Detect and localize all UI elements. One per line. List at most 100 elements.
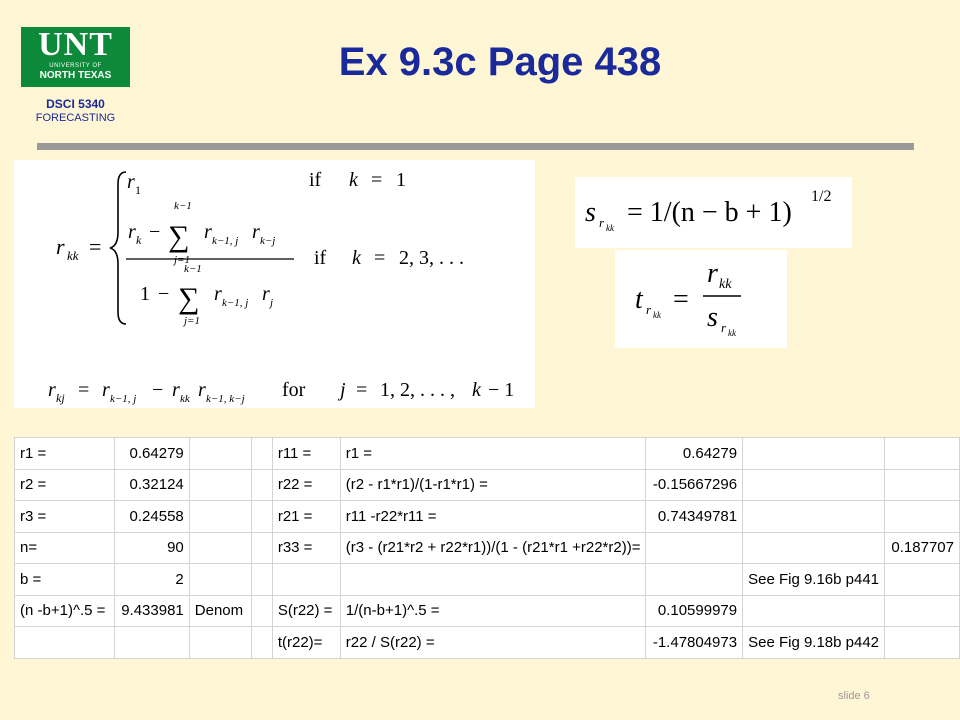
rkj-j: j: [337, 379, 346, 401]
trkk-formula: t r kk = r kk s r kk: [635, 258, 741, 338]
unt-logo: UNT UNIVERSITY OF NORTH TEXAS: [21, 27, 130, 87]
num-term2: r: [252, 221, 260, 243]
table-cell: [884, 468, 960, 501]
trkk-eq: =: [673, 284, 689, 315]
table-cell: b =: [14, 563, 115, 596]
sum1-top: k−1: [174, 200, 192, 212]
table-cell: [251, 468, 273, 501]
case1-r: r: [127, 171, 135, 193]
table-cell: [884, 500, 960, 533]
case2-k: k: [352, 247, 362, 269]
num-r: r: [128, 221, 136, 243]
rkj-for: for: [282, 379, 306, 401]
table-cell: 0.187707: [884, 531, 960, 564]
table-cell: [251, 437, 273, 470]
rkj-sub: kj: [56, 391, 65, 405]
table-cell: See Fig 9.18b p442: [742, 626, 886, 659]
case1-if: if: [309, 169, 322, 191]
rkj-t1-sub: k−1, j: [110, 393, 136, 405]
rkj-eq: =: [78, 379, 89, 401]
table-cell: 0.32124: [113, 468, 190, 501]
table-cell: [742, 437, 886, 470]
trkk-sub-r: r: [646, 302, 652, 317]
table-cell: -1.47804973: [645, 626, 744, 659]
table-row: r2 = 0.32124 r22 = (r2 - r1*r1)/(1-r1*r1) =…: [14, 468, 960, 501]
table-cell: (r3 - (r21*r2 + r22*r1))/(1 - (r21*r1 +r…: [339, 531, 647, 564]
table-cell: [884, 626, 960, 659]
srkk-sub-r: r: [599, 215, 605, 230]
table-cell: [188, 468, 253, 501]
table-cell: r1 =: [339, 437, 647, 470]
table-cell: n=: [14, 531, 115, 564]
trkk-den-s: s: [707, 302, 718, 333]
table-cell: [113, 626, 190, 659]
table-cell: [251, 594, 273, 627]
pacf-formula: r kk = r 1 if k = 1 r k − k−1 ∑ j=1 r k−…: [48, 169, 514, 405]
rkj-minus: −: [152, 379, 163, 401]
sum2-symbol: ∑: [178, 282, 199, 315]
srkk-exp: 1/2: [811, 188, 831, 205]
trkk-den-sub-r: r: [721, 320, 727, 335]
spreadsheet-body: r1 = 0.64279 r11 = r1 = 0.64279 r2 = 0.32124 r2…: [14, 437, 960, 659]
table-cell: 0.24558: [113, 500, 190, 533]
table-cell: [14, 626, 115, 659]
table-cell: [271, 563, 341, 596]
course-code: DSCI 5340: [46, 97, 105, 111]
table-row: (n -b+1)^.5 = 9.433981 Denom S(r22) = 1/(n-b…: [14, 594, 960, 627]
num-term1-sub: k−1, j: [212, 235, 238, 247]
num-term2-sub: k−j: [260, 235, 275, 247]
table-cell: -0.15667296: [645, 468, 744, 501]
case1-eq: =: [371, 169, 382, 191]
table-cell: r1 =: [14, 437, 115, 470]
trkk-sub-kk: kk: [653, 310, 662, 320]
rkj-k: k: [472, 379, 482, 401]
pacf-formula-box: r kk = r 1 if k = 1 r k − k−1 ∑ j=1 r k−…: [14, 160, 535, 408]
table-row: r1 = 0.64279 r11 = r1 = 0.64279: [14, 437, 960, 470]
table-cell: See Fig 9.16b p441: [742, 563, 886, 596]
table-cell: Denom: [188, 594, 253, 627]
sum1-symbol: ∑: [168, 220, 189, 253]
num-term1: r: [204, 221, 212, 243]
table-row: b = 2 See Fig 9.16b p441: [14, 563, 960, 596]
table-cell: 90: [113, 531, 190, 564]
case1-sub: 1: [135, 183, 141, 197]
trkk-num-r: r: [707, 258, 718, 289]
table-cell: [742, 468, 886, 501]
table-cell: [251, 563, 273, 596]
table-cell: r3 =: [14, 500, 115, 533]
table-cell: 0.74349781: [645, 500, 744, 533]
logo-line-1: UNIVERSITY OF: [49, 63, 102, 69]
table-row: n= 90 r33 = (r3 - (r21*r2 + r22*r1))/(1 - (…: [14, 531, 960, 564]
table-cell: [188, 531, 253, 564]
lhs-eq: =: [89, 234, 101, 259]
case2-vals: 2, 3, . . .: [399, 247, 464, 269]
table-cell: t(r22)=: [271, 626, 341, 659]
num-minus: −: [149, 221, 160, 243]
table-cell: 1/(n-b+1)^.5 =: [339, 594, 647, 627]
rkj-range: 1, 2, . . . ,: [380, 379, 455, 401]
title-divider: [37, 143, 914, 150]
table-cell: [339, 563, 647, 596]
case2-if: if: [314, 247, 327, 269]
table-cell: r33 =: [271, 531, 341, 564]
table-cell: (n -b+1)^.5 =: [14, 594, 115, 627]
den-minus: −: [158, 283, 169, 305]
table-cell: [742, 531, 886, 564]
slide-title: Ex 9.3c Page 438: [338, 40, 662, 84]
srkk-formula: s r kk = 1/(n − b + 1) 1/2: [585, 188, 831, 233]
table-cell: [884, 563, 960, 596]
table-cell: r22 =: [271, 468, 341, 501]
rkj-end: − 1: [488, 379, 514, 401]
srkk-formula-box: s r kk = 1/(n − b + 1) 1/2: [575, 177, 852, 248]
rkj-r: r: [48, 379, 56, 401]
num-sub: k: [136, 233, 142, 247]
table-cell: [188, 437, 253, 470]
rkj-t2-sub: kk: [180, 393, 191, 405]
den-one: 1: [140, 283, 150, 305]
table-cell: r21 =: [271, 500, 341, 533]
case2-eq: =: [374, 247, 385, 269]
rkj-t1: r: [102, 379, 110, 401]
srkk-sub-kk: kk: [606, 223, 615, 233]
lhs-r: r: [56, 234, 65, 259]
table-row: t(r22)= r22 / S(r22) = -1.47804973 See Fig …: [14, 626, 960, 659]
